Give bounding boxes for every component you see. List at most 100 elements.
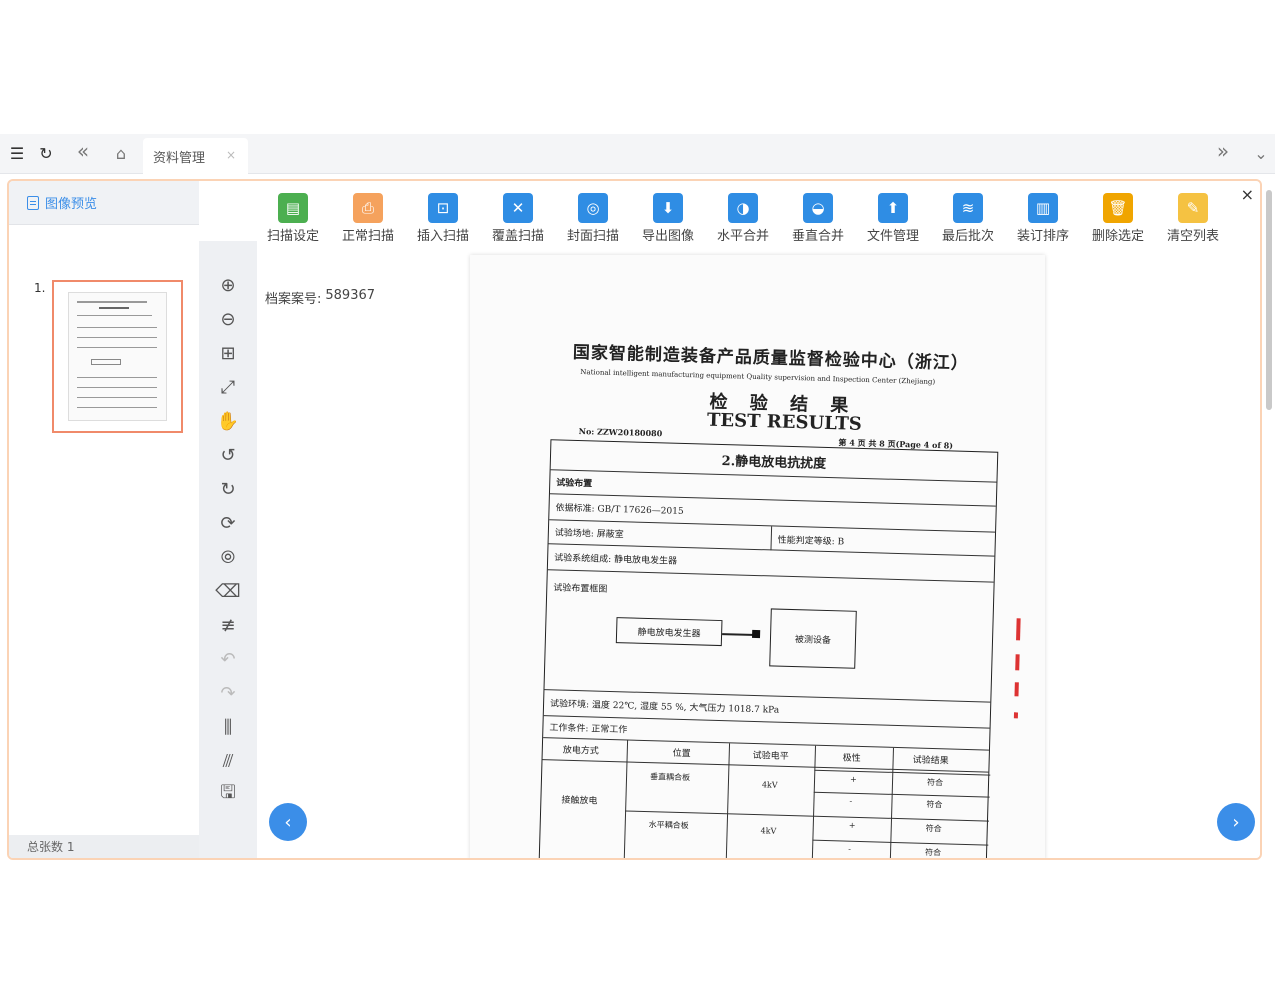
hand-pan-icon[interactable]: ✋ (216, 409, 240, 433)
doc-grade: 性能判定等级: B (770, 526, 845, 553)
image-preview-panel: 图像预览 1. (9, 181, 199, 858)
overwrite-scan-icon: ✕ (503, 193, 533, 223)
horizontal-merge-icon: ◑ (728, 193, 758, 223)
toolbar-button[interactable]: ◑ 水平合并 (705, 185, 781, 244)
doc-polarity: + (849, 774, 857, 784)
doc-row-text: 试验场地: 屏蔽室 (554, 528, 624, 541)
doc-position: 垂直耦合板 (649, 772, 691, 783)
scanned-document: 国家智能制造装备产品质量监督检验中心（浙江） National intellig… (470, 255, 1045, 858)
tab-resource-management[interactable]: 资料管理 × (143, 138, 248, 174)
red-stamp-mark (1015, 654, 1020, 671)
doc-table: 2.静电放电抗扰度 试验布置 依据标准: GB/T 17626—2015 试验场… (537, 439, 999, 858)
case-number: 档案案号: 589367 (265, 288, 375, 307)
previous-page-button[interactable]: ‹ (269, 803, 307, 841)
sort-books-icon: ▥ (1028, 193, 1058, 223)
next-page-button[interactable]: › (1217, 803, 1255, 841)
toolbar-button[interactable]: ⬆ 文件管理 (855, 185, 931, 244)
clear-list-icon: ✎ (1178, 193, 1208, 223)
undo-icon[interactable]: ↶ (216, 647, 240, 671)
doc-result: 符合 (926, 777, 944, 788)
case-number-value: 589367 (325, 288, 376, 303)
thumbnail-item[interactable] (52, 280, 183, 433)
vertical-scrollbar[interactable] (1266, 190, 1272, 410)
layers-icon: ≋ (953, 193, 983, 223)
doc-polarity: - (848, 844, 851, 854)
doc-position: 水平耦合板 (648, 820, 689, 831)
toolbar-button[interactable]: 🗑 删除选定 (1080, 185, 1156, 244)
scroll-tabs-right-icon[interactable]: » (1212, 139, 1234, 163)
image-viewer[interactable]: 档案案号: 589367 国家智能制造装备产品质量监督检验中心（浙江） Nati… (257, 241, 1260, 858)
save-icon[interactable]: 🖫 (216, 782, 240, 807)
chevron-down-icon[interactable]: ⌄ (1250, 142, 1272, 164)
doc-row-text: 试验布置框图 (553, 583, 608, 595)
menu-icon[interactable]: ☰ (6, 142, 28, 164)
close-icon[interactable]: × (1241, 185, 1254, 204)
doc-box-generator: 静电放电发生器 (615, 617, 723, 647)
refresh-icon[interactable]: ↻ (35, 142, 57, 164)
insert-scan-icon: ⊡ (428, 193, 458, 223)
doc-level: 4kV (761, 780, 778, 790)
split-horizontal-icon[interactable]: ⫻ (216, 749, 240, 773)
thumbnail-list[interactable]: 1. (9, 225, 199, 837)
magic-zoom-icon[interactable]: ⦾ (216, 545, 240, 569)
tab-close-icon[interactable]: × (226, 148, 236, 162)
image-preview-header[interactable]: 图像预览 (9, 181, 199, 225)
document-icon (27, 195, 39, 210)
toolbar-button[interactable]: ✎ 清空列表 (1155, 185, 1231, 244)
scan-toolbar: ▤ 扫描设定 ⎙ 正常扫描 ⊡ 插入扫描 ✕ 覆盖扫描 ◎ 封面扫描 ⬇ 导出图像 ◑ 水平合并 ◒ 垂直合并… (199, 181, 1260, 244)
not-equal-icon[interactable]: ≢ (216, 613, 240, 637)
scan-settings-icon: ▤ (278, 193, 308, 223)
toolbar-button[interactable]: ⬇ 导出图像 (630, 185, 706, 244)
eraser-icon[interactable]: ⌫ (215, 579, 240, 603)
fullscreen-icon[interactable]: ⤢ (216, 375, 240, 399)
vertical-merge-icon: ◒ (803, 193, 833, 223)
zoom-in-icon[interactable]: ⊕ (216, 273, 240, 297)
doc-header-cell: 极性 (842, 753, 861, 764)
image-tools-column: ⊕ ⊖ ⊞ ⤢ ✋ ↺ ↻ ⟳ ⦾ ⌫ ≢ ↶ ↷ ⫼ ⫻ 🖫 (199, 241, 257, 858)
doc-header-cell: 试验电平 (752, 750, 789, 762)
thumbnail-image (68, 292, 167, 421)
rotate-right-icon[interactable]: ↻ (216, 477, 240, 501)
red-stamp-mark (1016, 618, 1021, 641)
toolbar-button[interactable]: ◎ 封面扫描 (555, 185, 631, 244)
printer-icon: ⎙ (353, 193, 383, 223)
doc-result: 符合 (925, 823, 942, 834)
tab-label: 资料管理 (153, 150, 206, 166)
split-vertical-icon[interactable]: ⫼ (216, 715, 240, 739)
zoom-out-icon[interactable]: ⊖ (216, 307, 240, 331)
case-number-label: 档案案号: (265, 292, 322, 307)
red-stamp-mark (1013, 712, 1019, 719)
fit-page-icon[interactable]: ⊞ (216, 341, 240, 365)
image-preview-title: 图像预览 (45, 197, 98, 212)
doc-results-en: TEST RESULTS (706, 409, 863, 435)
thumbnail-number: 1. (34, 281, 46, 295)
toolbar-button[interactable]: ⎙ 正常扫描 (330, 185, 406, 244)
doc-result: 符合 (926, 799, 943, 810)
red-stamp-mark (1014, 682, 1019, 697)
doc-header-cell: 放电方式 (562, 745, 599, 757)
doc-polarity: + (848, 820, 856, 830)
doc-header-cell: 试验结果 (912, 755, 949, 767)
toolbar-button[interactable]: ≋ 最后批次 (930, 185, 1006, 244)
scroll-tabs-left-icon[interactable]: « (72, 139, 94, 163)
doc-level: 4kV (760, 826, 777, 836)
toolbar-button[interactable]: ◒ 垂直合并 (780, 185, 856, 244)
rotate-icon[interactable]: ⟳ (216, 511, 240, 535)
home-icon[interactable]: ⌂ (110, 142, 132, 164)
doc-number: No: ZZW20180080 (578, 425, 663, 439)
toolbar-button[interactable]: ⊡ 插入扫描 (405, 185, 481, 244)
toolbar-button[interactable]: ▥ 装订排序 (1005, 185, 1081, 244)
toolbar-button[interactable]: ▤ 扫描设定 (255, 185, 331, 244)
file-manage-icon: ⬆ (878, 193, 908, 223)
redo-icon[interactable]: ↷ (216, 681, 240, 705)
top-nav-bar: ☰ ↻ « ⌂ 资料管理 × » ⌄ (0, 134, 1275, 174)
trash-icon: 🗑 (1103, 193, 1133, 223)
toolbar-button[interactable]: ✕ 覆盖扫描 (480, 185, 556, 244)
doc-result: 符合 (924, 847, 942, 858)
rotate-left-icon[interactable]: ↺ (216, 443, 240, 467)
doc-polarity: - (849, 796, 853, 806)
cover-scan-icon: ◎ (578, 193, 608, 223)
doc-method: 接触放电 (561, 795, 598, 807)
doc-box-eut: 被测设备 (769, 608, 857, 669)
export-image-icon: ⬇ (653, 193, 683, 223)
